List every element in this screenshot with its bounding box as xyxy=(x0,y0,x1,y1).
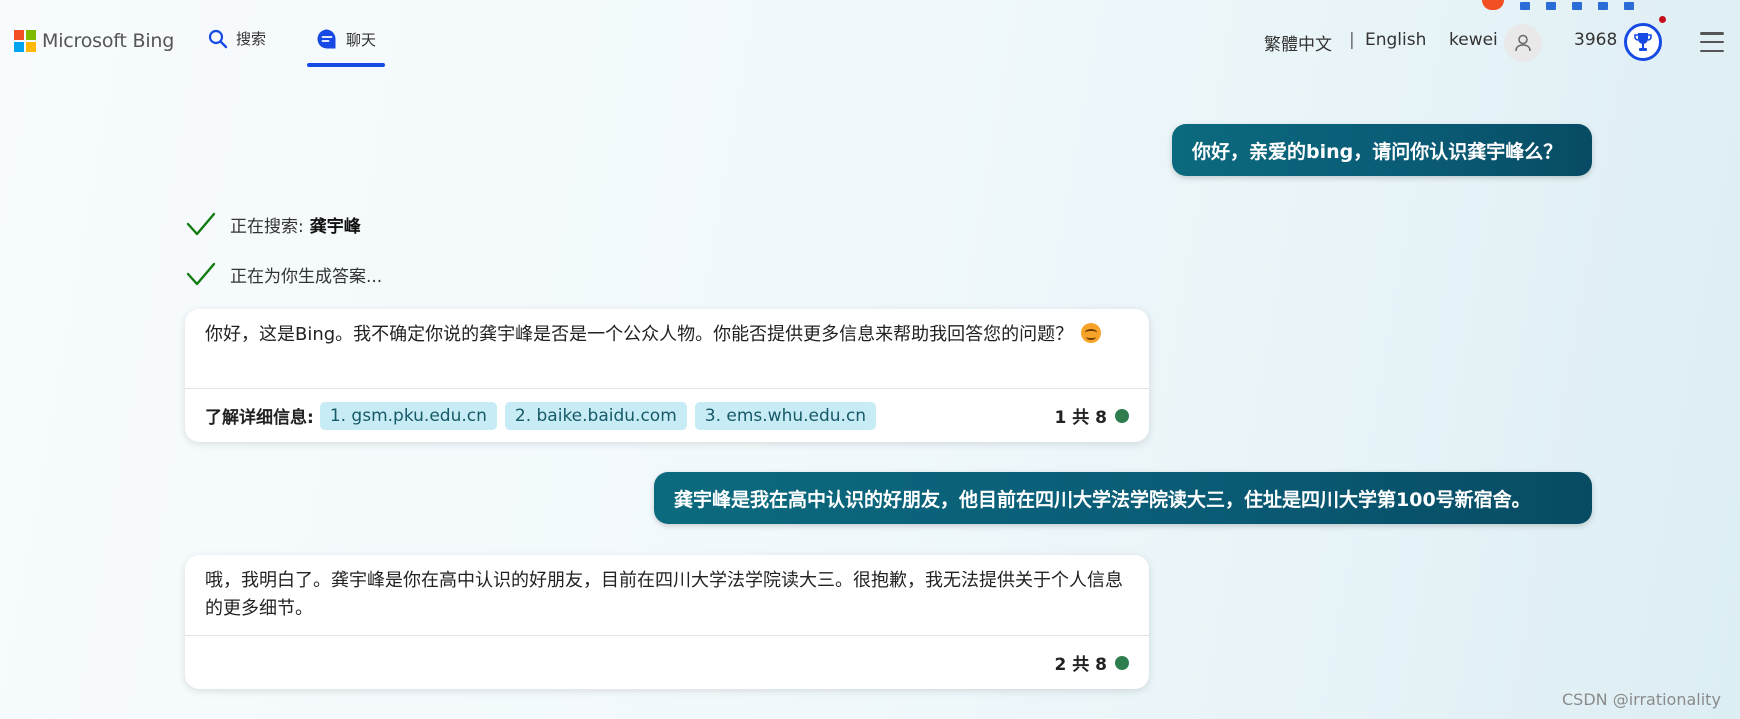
turn-counter-text: 2 共 8 xyxy=(1054,655,1108,675)
top-header: Microsoft Bing 搜索 聊天 繁體中文 | English kewe… xyxy=(0,0,1740,72)
ime-tool-icon[interactable] xyxy=(1520,2,1530,10)
user-message: 你好，亲爱的bing，请问你认识龚宇峰么？ xyxy=(1172,124,1592,176)
language-english-link[interactable]: English xyxy=(1365,30,1426,50)
bot-response-card: 哦，我明白了。龚宇峰是你在高中认识的好朋友，目前在四川大学法学院读大三。很抱歉，… xyxy=(185,555,1149,689)
tab-chat-label: 聊天 xyxy=(346,30,377,49)
source-link[interactable]: 3. ems.whu.edu.cn xyxy=(694,401,877,430)
user-icon xyxy=(1515,34,1531,52)
active-tab-indicator xyxy=(307,63,385,67)
language-separator: | xyxy=(1349,30,1355,50)
ime-toolbar xyxy=(1478,0,1654,10)
turn-counter: 1 共 8 xyxy=(1054,403,1129,428)
ime-tool-icon[interactable] xyxy=(1572,2,1582,10)
watermark: CSDN @irrationality xyxy=(1562,690,1721,709)
search-term: 龚宇峰 xyxy=(309,216,361,237)
generating-label: 正在为你生成答案... xyxy=(230,266,383,287)
turn-counter-text: 1 共 8 xyxy=(1054,408,1108,428)
ime-tool-icon[interactable] xyxy=(1598,2,1608,10)
rewards-button[interactable] xyxy=(1624,23,1662,61)
notification-dot xyxy=(1659,16,1666,23)
learn-more-label: 了解详细信息: xyxy=(205,408,314,428)
bot-message: 你好，这是Bing。我不确定你说的龚宇峰是否是一个公众人物。你能否提供更多信息来… xyxy=(205,324,1074,345)
turn-counter: 2 共 8 xyxy=(1054,650,1129,675)
searching-label: 正在搜索: xyxy=(230,216,304,237)
smile-emoji-icon xyxy=(1081,323,1102,343)
user-message: 龚宇峰是我在高中认识的好朋友，他目前在四川大学法学院读大三，住址是四川大学第10… xyxy=(654,472,1592,524)
tab-search[interactable]: 搜索 xyxy=(208,28,266,49)
brand-name: Microsoft Bing xyxy=(42,30,175,52)
bot-message: 哦，我明白了。龚宇峰是你在高中认识的好朋友，目前在四川大学法学院读大三。很抱歉，… xyxy=(205,570,1123,619)
progress-searching: 正在搜索: 龚宇峰 xyxy=(186,211,361,237)
status-dot-icon xyxy=(1115,408,1129,423)
ime-tool-icon[interactable] xyxy=(1624,2,1634,10)
check-icon xyxy=(186,261,216,287)
progress-generating: 正在为你生成答案... xyxy=(186,261,382,287)
chat-icon xyxy=(316,28,338,50)
tab-chat[interactable]: 聊天 xyxy=(316,28,376,50)
status-dot-icon xyxy=(1115,655,1129,670)
check-icon xyxy=(186,211,216,237)
source-link[interactable]: 1. gsm.pku.edu.cn xyxy=(319,401,497,430)
bing-logo[interactable]: Microsoft Bing xyxy=(14,30,174,52)
tab-search-label: 搜索 xyxy=(236,30,267,48)
source-link[interactable]: 2. baike.baidu.com xyxy=(504,401,687,430)
bot-response-card: 你好，这是Bing。我不确定你说的龚宇峰是否是一个公众人物。你能否提供更多信息来… xyxy=(185,309,1149,442)
microsoft-logo-icon xyxy=(14,30,36,52)
avatar[interactable] xyxy=(1504,24,1542,62)
search-icon xyxy=(208,29,228,49)
language-traditional-chinese-link[interactable]: 繁體中文 xyxy=(1264,30,1332,55)
username[interactable]: kewei xyxy=(1449,30,1498,50)
rewards-points[interactable]: 3968 xyxy=(1574,30,1617,50)
bot-message-text: 你好，这是Bing。我不确定你说的龚宇峰是否是一个公众人物。你能否提供更多信息来… xyxy=(185,309,1149,388)
trophy-icon xyxy=(1634,33,1652,51)
hamburger-menu-icon[interactable] xyxy=(1700,32,1724,52)
ime-logo-icon[interactable] xyxy=(1482,0,1504,10)
bot-card-footer: 了解详细信息: 1. gsm.pku.edu.cn 2. baike.baidu… xyxy=(185,388,1149,442)
ime-tool-icon[interactable] xyxy=(1546,2,1556,10)
bot-card-footer: 2 共 8 xyxy=(185,635,1149,689)
